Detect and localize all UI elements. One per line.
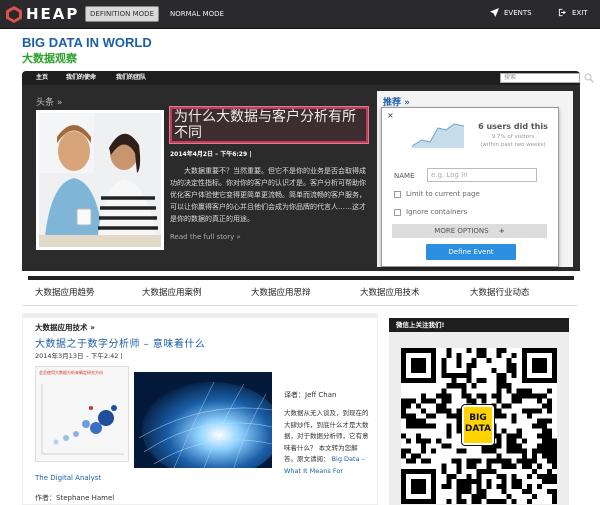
define-event-button[interactable]: Define Event — [426, 244, 516, 260]
ignore-containers-checkbox[interactable] — [394, 208, 401, 216]
definition-mode-button[interactable]: DEFINITION MODE — [85, 6, 159, 22]
ignore-containers-option[interactable]: Ignore containers — [394, 208, 467, 216]
users-count: 6 users did this — [478, 122, 548, 131]
article-date: 2014年3月13日 – 下午2:42 | — [35, 352, 123, 360]
category-news[interactable]: 大数据行业动态 — [470, 286, 530, 298]
site-subtitle: 大数据观察 — [22, 52, 77, 65]
logo-line-1: BIG — [469, 413, 487, 423]
bubble-chart-graphic — [41, 384, 124, 455]
plus-icon: + — [498, 227, 505, 235]
visitor-percent: 9.7% of visitors — [491, 134, 535, 140]
event-name-input[interactable]: e.g. Log In — [427, 168, 537, 182]
site-title[interactable]: BIG DATA IN WORLD — [22, 35, 152, 50]
main-nav: 主页 我们的使命 我们的团队 搜索 — [22, 71, 594, 85]
logo-line-2: DATA — [464, 424, 492, 434]
headline-image[interactable] — [36, 110, 164, 250]
exit-button[interactable]: EXIT — [558, 8, 588, 17]
nav-item-mission[interactable]: 我们的使命 — [66, 71, 96, 85]
limit-page-checkbox[interactable] — [394, 190, 401, 198]
events-button[interactable]: EVENTS — [490, 8, 532, 17]
category-cases[interactable]: 大数据应用案例 — [142, 286, 202, 298]
section-title[interactable]: 大数据应用技术 » — [35, 322, 95, 333]
headline-body: 大数据重要不？当然重要。但它不是你的业务是否会取得成功的决定性指标。你对你的客户… — [170, 167, 366, 223]
search-icon[interactable] — [584, 73, 594, 83]
big-data-logo: BIG DATA — [461, 404, 495, 446]
search-input[interactable]: 搜索 — [500, 73, 580, 83]
more-options-button[interactable]: MORE OPTIONS + — [392, 224, 547, 238]
ignore-containers-label: Ignore containers — [406, 208, 468, 216]
globe-data-image[interactable] — [134, 372, 272, 468]
thumbnail-caption: 会员使用大数据分析来确定研究方向 — [39, 370, 103, 375]
navigation-arrow-icon — [490, 8, 499, 17]
headline-title[interactable]: 为什么大数据与客户分析有所不同 — [170, 107, 368, 143]
time-window: (within past two weeks) — [480, 142, 546, 148]
normal-mode-button[interactable]: NORMAL MODE — [162, 6, 232, 22]
heap-toolbar: HEAP DEFINITION MODE NORMAL MODE EVENTS … — [0, 0, 600, 29]
category-trends[interactable]: 大数据应用趋势 — [35, 286, 95, 298]
wechat-heading: 微信上关注我们! — [389, 318, 569, 332]
name-label: NAME — [394, 172, 415, 180]
headline-date: 2014年4月2日 – 下午6:29 | — [170, 151, 252, 158]
headline-label[interactable]: 头条 » — [36, 95, 62, 108]
more-options-label: MORE OPTIONS — [434, 227, 489, 235]
article-chart-thumbnail[interactable]: 会员使用大数据分析来确定研究方向 — [35, 366, 129, 462]
translator-credit: 译者：Jeff Chan — [284, 391, 337, 399]
source-link-continued[interactable]: The Digital Analyst — [35, 474, 101, 482]
read-more-link[interactable]: Read the full story » — [170, 233, 241, 241]
nav-item-team[interactable]: 我们的团队 — [116, 71, 146, 85]
events-label: EVENTS — [504, 8, 532, 17]
limit-page-option[interactable]: Limit to current page — [394, 190, 480, 198]
heap-logo-icon — [6, 6, 22, 23]
nav-item-home[interactable]: 主页 — [36, 71, 48, 85]
heap-brand: HEAP — [26, 5, 80, 23]
limit-page-label: Limit to current page — [406, 190, 480, 198]
article-author: 作者：Stephane Hamel — [35, 494, 115, 502]
article-summary: 大数据从无入谈及，到现在的大肆炒作，到底什么才是大数据，对于数据分析师，它有意味… — [284, 408, 370, 477]
article-title[interactable]: 大数据之于数字分析师 – 意味着什么 — [35, 335, 205, 350]
category-divider — [28, 276, 574, 280]
headline-photo — [39, 113, 161, 247]
define-event-popup: × 6 users did this 9.7% of visitors (wit… — [381, 107, 559, 267]
category-debate[interactable]: 大数据应用思辩 — [251, 286, 311, 298]
category-technology[interactable]: 大数据应用技术 — [360, 286, 420, 298]
close-icon[interactable]: × — [387, 111, 394, 120]
sparkline-chart — [412, 123, 464, 148]
exit-icon — [558, 8, 567, 17]
exit-label: EXIT — [572, 8, 588, 17]
category-separator — [22, 305, 578, 306]
